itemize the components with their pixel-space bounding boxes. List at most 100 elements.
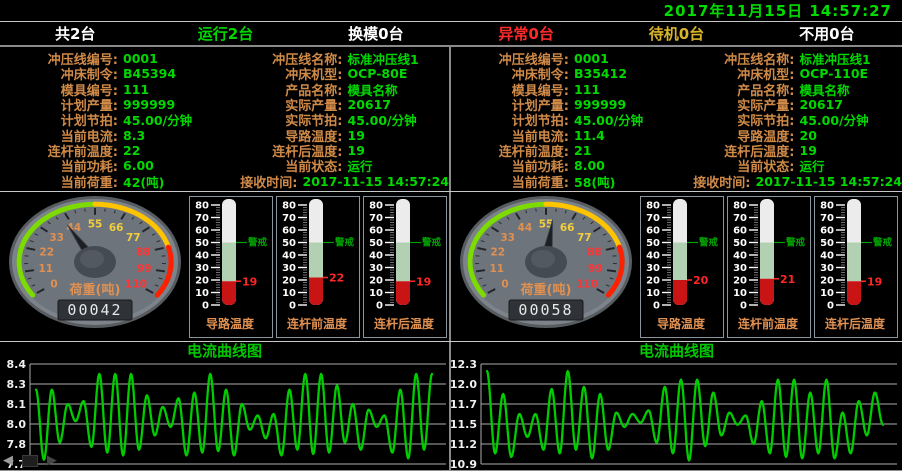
nav-forward-icon[interactable]: ▶ [47, 453, 57, 468]
y-axis-label: 11.2 [451, 438, 477, 451]
thermo-tick-label: 60 [282, 225, 296, 236]
nav-handle-icon[interactable] [22, 455, 38, 467]
current-curve-chart: 8.48.38.18.07.87.7 [0, 360, 449, 471]
thermo-label: 连杆后温度 [374, 316, 435, 331]
info-value: 20 [800, 128, 817, 143]
thermo-tick-label: 30 [646, 263, 660, 274]
thermo-tick-label: 10 [195, 288, 209, 299]
gauge-tick-label: 110 [125, 278, 147, 290]
load-gauge: 0112233445566778899110荷重(吨)00042 [4, 192, 186, 342]
thermo-tick-label: 20 [282, 275, 296, 286]
thermometer: 01020304050607080警戒19导路温度 [189, 196, 273, 338]
thermo-warn-label: 警戒 [248, 236, 268, 248]
y-axis-label: 12.0 [451, 378, 477, 391]
info-value: 2017-11-15 14:57:24 [756, 174, 902, 189]
thermo-tick-label: 50 [195, 238, 209, 249]
thermo-tick-label: 0 [289, 300, 296, 311]
thermo-tick-label: 10 [646, 288, 660, 299]
thermo-tick-label: 70 [369, 213, 383, 224]
thermo-tick-label: 30 [369, 263, 383, 274]
thermo-tick-label: 60 [195, 225, 209, 236]
thermo-value: 19 [242, 275, 257, 288]
load-gauge: 0112233445566778899110荷重(吨)00058 [455, 192, 637, 342]
thermo-tick-label: 0 [202, 300, 209, 311]
info-value: 运行 [348, 156, 373, 175]
info-row: 当前荷重:58(吨) [451, 173, 677, 188]
thermo-tick-label: 30 [820, 263, 834, 274]
thermo-tick-label: 70 [282, 213, 296, 224]
gauge-tick-label: 33 [49, 232, 64, 244]
y-axis-label: 8.4 [7, 360, 27, 371]
gauge-tick-label: 99 [588, 263, 603, 275]
thermo-tick-label: 60 [733, 225, 747, 236]
thermometer-svg: 01020304050607080警戒20导路温度 [641, 197, 721, 335]
info-label: 当前荷重: [0, 172, 118, 191]
thermo-value: 19 [416, 275, 431, 288]
thermometer: 01020304050607080警戒21连杆前温度 [727, 196, 811, 338]
thermo-label: 连杆前温度 [287, 316, 348, 331]
thermo-tick-label: 80 [282, 200, 296, 211]
info-value: 45.00/分钟 [348, 110, 417, 129]
thermo-tick-label: 80 [195, 200, 209, 211]
gauge-odometer: 00042 [67, 301, 122, 319]
thermo-tick-label: 50 [369, 238, 383, 249]
thermo-tick-label: 50 [820, 238, 834, 249]
chart-panel-1: 电流曲线图8.48.38.18.07.87.7 [0, 342, 451, 470]
gauge-tick-label: 11 [38, 263, 53, 275]
gauge-tick-label: 110 [576, 278, 598, 290]
thermometer: 01020304050607080警戒20导路温度 [640, 196, 724, 338]
chart-section: 电流曲线图8.48.38.18.07.87.7电流曲线图12.312.011.7… [0, 341, 902, 471]
info-value: 111 [574, 82, 600, 97]
thermo-tick-label: 50 [733, 238, 747, 249]
top-bar: 2017年11月15日 14:57:27 [0, 0, 902, 21]
thermo-warn-label: 警戒 [335, 236, 355, 248]
chart-panel-2: 电流曲线图12.312.011.711.511.210.9 [451, 342, 902, 470]
status-item: 不用0台 [752, 23, 902, 44]
thermo-tick-label: 20 [646, 275, 660, 286]
info-value: 0001 [574, 51, 609, 66]
thermo-tick-label: 60 [369, 225, 383, 236]
thermo-tick-label: 70 [195, 213, 209, 224]
info-value: 8.3 [123, 128, 145, 143]
info-row: 接收时间:2017-11-15 14:57:24 [677, 173, 902, 188]
thermo-tick-label: 70 [646, 213, 660, 224]
y-axis-label: 10.9 [451, 458, 477, 471]
thermometer: 01020304050607080警戒19连杆后温度 [814, 196, 898, 338]
gauge-tick-label: 22 [490, 246, 505, 258]
info-value: 22 [123, 143, 140, 158]
current-curve-chart: 12.312.011.711.511.210.9 [451, 360, 900, 471]
status-bar: 共2台运行2台换模0台异常0台待机0台不用0台 [0, 21, 902, 47]
thermo-tick-label: 20 [820, 275, 834, 286]
thermo-label: 导路温度 [657, 316, 706, 331]
y-axis-label: 7.8 [7, 438, 27, 451]
thermometer-svg: 01020304050607080警戒19导路温度 [190, 197, 270, 335]
datetime-label: 2017年11月15日 14:57:27 [664, 0, 892, 21]
info-value: 58(吨) [574, 172, 615, 191]
thermo-tick-label: 20 [369, 275, 383, 286]
thermo-label: 连杆前温度 [738, 316, 799, 331]
gauge-tick-label: 0 [50, 278, 57, 290]
gauge-tick-label: 66 [560, 222, 575, 234]
y-axis-label: 12.3 [451, 360, 477, 371]
thermo-tick-label: 40 [195, 250, 209, 261]
thermo-warn-label: 警戒 [873, 236, 893, 248]
gauge-tick-label: 77 [577, 232, 592, 244]
thermometer-svg: 01020304050607080警戒22连杆前温度 [277, 197, 357, 335]
thermo-tick-label: 70 [733, 213, 747, 224]
info-value: 45.00/分钟 [123, 110, 192, 129]
info-panel-press-line-2: 冲压线编号:0001冲床制令:B35412模具编号:111计划产量:999999… [451, 47, 902, 191]
press-line-dashboard: 2017年11月15日 14:57:27 共2台运行2台换模0台异常0台待机0台… [0, 0, 902, 471]
info-value: B45394 [123, 66, 176, 81]
nav-back-icon[interactable]: ◀ [3, 453, 13, 468]
gauge-tick-label: 0 [501, 278, 508, 290]
info-value: 运行 [800, 156, 825, 175]
info-value: 标准冲压线1 [348, 49, 419, 68]
gauge-tick-label: 88 [587, 246, 602, 258]
thermo-tick-label: 80 [733, 200, 747, 211]
thermometer-svg: 01020304050607080警戒19连杆后温度 [364, 197, 444, 335]
gauge-panel-press-line-1: 0112233445566778899110荷重(吨)0004201020304… [0, 192, 451, 341]
gauge-label: 荷重(吨) [69, 282, 121, 298]
info-value: 111 [123, 82, 149, 97]
info-value: 0001 [123, 51, 158, 66]
thermometer: 01020304050607080警戒19连杆后温度 [363, 196, 447, 338]
